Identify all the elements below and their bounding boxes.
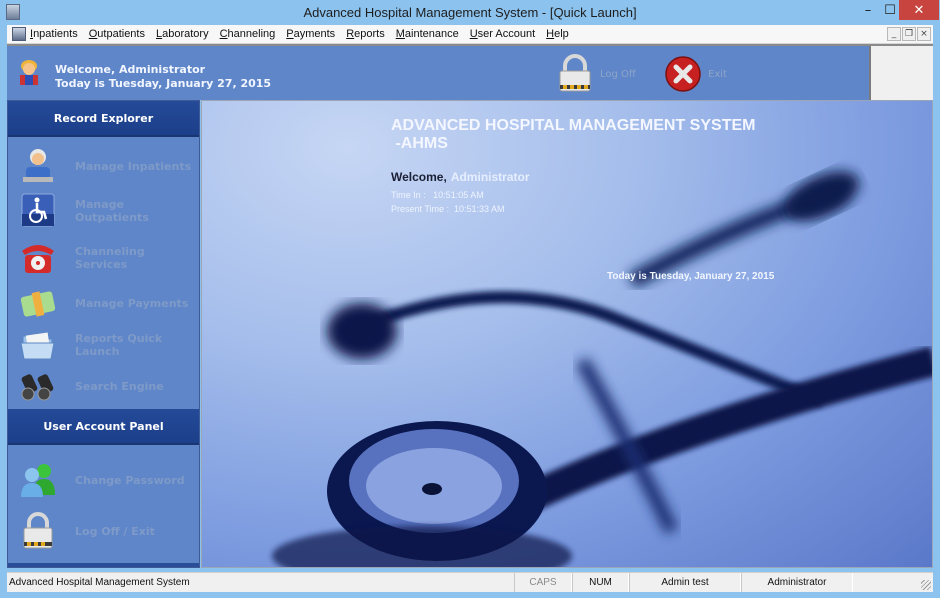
sidebar-item-label: Manage Payments bbox=[75, 296, 189, 310]
binoculars-icon bbox=[21, 374, 54, 401]
num-indicator: NUM bbox=[572, 573, 629, 592]
mdi-controls: _ ❐ × bbox=[887, 27, 931, 41]
header-panel: Welcome, Administrator Today is Tuesday,… bbox=[7, 46, 871, 100]
header-welcome: Welcome, Administrator bbox=[55, 63, 206, 76]
menu-channeling[interactable]: Channeling bbox=[220, 28, 276, 40]
logoff-label: Log Off bbox=[600, 68, 636, 80]
sidebar-item-label: Channeling Services bbox=[75, 245, 145, 271]
wheelchair-icon bbox=[21, 193, 55, 227]
sidebar-item-manage-outpatients[interactable]: Manage Outpatients bbox=[8, 191, 199, 231]
welcome-label: Welcome, bbox=[391, 170, 447, 184]
welcome-user: Administrator bbox=[450, 170, 530, 184]
exit-button[interactable]: Exit bbox=[664, 52, 744, 96]
logoff-button[interactable]: Log Off bbox=[556, 52, 646, 96]
stethoscope-background-image bbox=[272, 171, 932, 567]
sidebar-item-label: Log Off / Exit bbox=[75, 524, 155, 538]
sidebar-item-manage-inpatients[interactable]: Manage Inpatients bbox=[8, 146, 199, 186]
status-user: Admin test bbox=[629, 573, 741, 592]
menu-payments[interactable]: Payments bbox=[286, 28, 335, 40]
window-title: Advanced Hospital Management System - [Q… bbox=[303, 5, 637, 20]
menu-user-account[interactable]: User Account bbox=[470, 28, 535, 40]
app-heading: ADVANCED HOSPITAL MANAGEMENT SYSTEM -AHM… bbox=[391, 117, 755, 153]
sidebar-bottom-border bbox=[8, 563, 199, 567]
status-bar: Advanced Hospital Management System CAPS… bbox=[7, 572, 933, 592]
menu-inpatients[interactable]: Inpatients bbox=[30, 28, 78, 40]
app-heading-line2: -AHMS bbox=[391, 135, 448, 152]
title-bar: Advanced Hospital Management System - [Q… bbox=[0, 0, 940, 26]
sidebar-item-label: Manage Inpatients bbox=[75, 159, 192, 173]
menu-bar: Inpatients Outpatients Laboratory Channe… bbox=[7, 25, 933, 44]
record-explorer-header: Record Explorer bbox=[8, 101, 199, 137]
resize-grip[interactable] bbox=[921, 580, 931, 590]
menu-help[interactable]: Help bbox=[546, 28, 569, 40]
sidebar-item-log-off-exit[interactable]: Log Off / Exit bbox=[8, 511, 199, 551]
sidebar: Record Explorer Manage Inpatients Manage… bbox=[7, 100, 200, 568]
sidebar-item-label: Change Password bbox=[75, 473, 185, 487]
sidebar-item-label: Search Engine bbox=[75, 379, 164, 393]
user-account-panel-header: User Account Panel bbox=[8, 409, 199, 445]
mdi-minimize-button[interactable]: _ bbox=[887, 27, 901, 41]
mdi-close-button[interactable]: × bbox=[917, 27, 931, 41]
time-in: Time In : 10:51:05 AM bbox=[391, 190, 484, 200]
telephone-icon bbox=[22, 245, 54, 273]
sidebar-item-reports-quick-launch[interactable]: Reports Quick Launch bbox=[8, 325, 199, 365]
present-time: Present Time : 10:51:33 AM bbox=[391, 204, 505, 214]
exit-label: Exit bbox=[708, 68, 727, 80]
main-content: ADVANCED HOSPITAL MANAGEMENT SYSTEM -AHM… bbox=[201, 100, 933, 568]
maximize-button[interactable]: ☐ bbox=[881, 0, 899, 20]
menu-reports[interactable]: Reports bbox=[346, 28, 385, 40]
caps-indicator: CAPS bbox=[514, 573, 572, 592]
app-heading-line1: ADVANCED HOSPITAL MANAGEMENT SYSTEM bbox=[391, 117, 756, 134]
child-window-icon[interactable] bbox=[12, 27, 26, 41]
sidebar-item-search-engine[interactable]: Search Engine bbox=[8, 366, 199, 406]
sidebar-item-label: Manage Outpatients bbox=[75, 198, 149, 224]
close-button[interactable]: ✕ bbox=[899, 0, 939, 20]
sidebar-item-channeling-services[interactable]: Channeling Services bbox=[8, 238, 199, 278]
padlock-icon bbox=[559, 54, 591, 92]
sidebar-item-manage-payments[interactable]: Manage Payments bbox=[8, 283, 199, 323]
nurse-icon bbox=[23, 149, 53, 182]
exit-x-icon bbox=[665, 56, 701, 92]
main-date: Today is Tuesday, January 27, 2015 bbox=[607, 271, 775, 282]
header-strip: Welcome, Administrator Today is Tuesday,… bbox=[7, 44, 933, 100]
money-icon bbox=[20, 291, 56, 317]
minimize-button[interactable]: – bbox=[855, 0, 881, 20]
main-welcome: Welcome, Administrator bbox=[391, 170, 530, 184]
mdi-restore-button[interactable]: ❐ bbox=[902, 27, 916, 41]
header-date: Today is Tuesday, January 27, 2015 bbox=[55, 77, 272, 90]
users-icon bbox=[21, 464, 55, 497]
status-text: Advanced Hospital Management System bbox=[9, 577, 190, 588]
folder-icon bbox=[20, 332, 55, 360]
menu-outpatients[interactable]: Outpatients bbox=[89, 28, 145, 40]
sidebar-item-change-password[interactable]: Change Password bbox=[8, 460, 199, 500]
status-role: Administrator bbox=[741, 573, 853, 592]
menu-laboratory[interactable]: Laboratory bbox=[156, 28, 209, 40]
menu-maintenance[interactable]: Maintenance bbox=[396, 28, 459, 40]
sidebar-item-label: Reports Quick Launch bbox=[75, 332, 163, 358]
user-avatar-icon bbox=[20, 60, 38, 85]
padlock-icon bbox=[23, 512, 53, 549]
